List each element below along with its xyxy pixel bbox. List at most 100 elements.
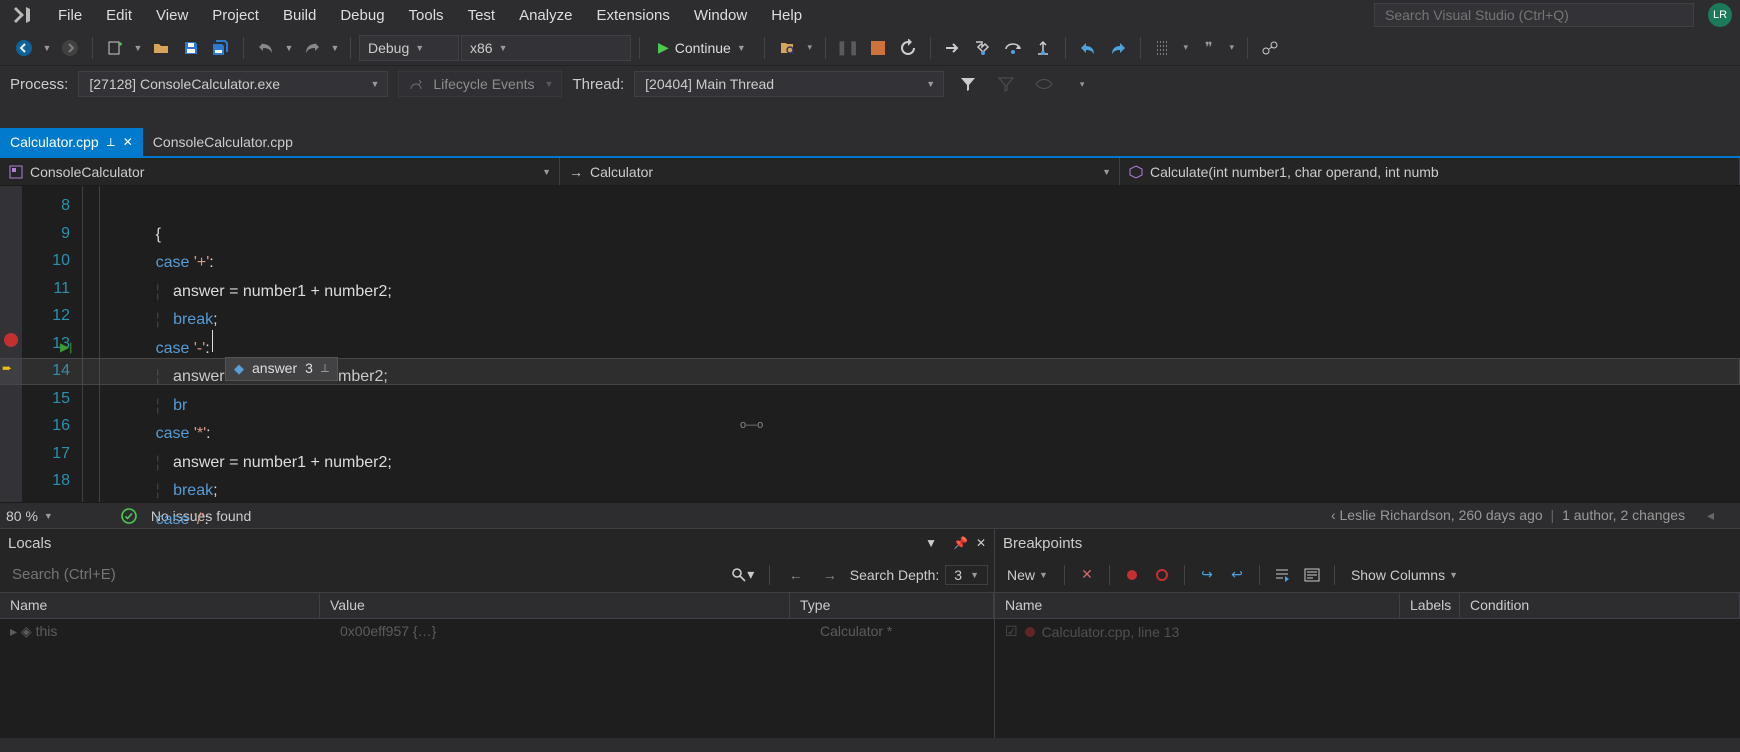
breakpoints-body[interactable]: ☑ Calculator.cpp, line 13	[995, 619, 1740, 738]
menu-file[interactable]: File	[48, 3, 92, 28]
process-dropdown[interactable]: [27128] ConsoleCalculator.exe ▼	[78, 71, 388, 97]
menu-build[interactable]: Build	[273, 3, 326, 28]
col-labels[interactable]: Labels	[1400, 593, 1460, 618]
search-icon[interactable]: ▾	[729, 562, 757, 588]
pin-icon[interactable]: ⟂	[107, 135, 115, 150]
menu-tools[interactable]: Tools	[399, 3, 454, 28]
chevron-down-icon[interactable]: ▼	[328, 35, 342, 61]
filter-icon[interactable]	[954, 71, 982, 97]
disable-all-icon[interactable]	[1150, 567, 1174, 583]
undo-button[interactable]	[252, 35, 280, 61]
chevron-down-icon[interactable]: ▼	[282, 35, 296, 61]
locals-body[interactable]: ▸ ◈ this 0x00eff957 {…} Calculator *	[0, 619, 994, 738]
user-avatar[interactable]: LR	[1708, 3, 1732, 27]
tab-consolecalculator-cpp[interactable]: ConsoleCalculator.cpp	[143, 128, 303, 156]
col-condition[interactable]: Condition	[1460, 593, 1740, 618]
nav-back-button[interactable]	[10, 35, 38, 61]
pin-icon[interactable]: 📌	[953, 536, 968, 550]
search-depth-dropdown[interactable]: 3 ▼	[945, 565, 988, 585]
window-menu-icon[interactable]: ▼	[925, 536, 937, 550]
nav-type-dropdown[interactable]: → Calculator ▼	[560, 158, 1120, 185]
step-forward-button[interactable]	[1104, 35, 1132, 61]
show-columns-button[interactable]: Show Columns▼	[1345, 565, 1464, 585]
menu-help[interactable]: Help	[761, 3, 812, 28]
codelens-blame[interactable]: ‹ Leslie Richardson, 260 days ago | 1 au…	[1331, 507, 1734, 524]
close-icon[interactable]: ✕	[976, 536, 986, 550]
locals-row-this[interactable]: ▸ ◈ this 0x00eff957 {…} Calculator *	[10, 623, 984, 640]
menu-analyze[interactable]: Analyze	[509, 3, 582, 28]
close-icon[interactable]: ✕	[123, 135, 133, 149]
menu-extensions[interactable]: Extensions	[586, 3, 679, 28]
nav-scope-dropdown[interactable]: ConsoleCalculator ▼	[0, 158, 560, 185]
open-file-button[interactable]	[147, 35, 175, 61]
step-over-button[interactable]	[999, 35, 1027, 61]
chevron-down-icon[interactable]: ▾	[1225, 35, 1239, 61]
col-name[interactable]: Name	[0, 593, 320, 618]
solution-platform-dropdown[interactable]: x86▼	[461, 35, 631, 61]
continue-button[interactable]: ▶ Continue ▼	[648, 35, 756, 61]
restart-button[interactable]	[894, 35, 922, 61]
menu-project[interactable]: Project	[202, 3, 269, 28]
chevron-down-icon[interactable]: ▼	[40, 35, 54, 61]
new-item-button[interactable]	[101, 35, 129, 61]
menu-view[interactable]: View	[146, 3, 198, 28]
menu-window[interactable]: Window	[684, 3, 757, 28]
menu-test[interactable]: Test	[458, 3, 506, 28]
global-search-input[interactable]	[1374, 3, 1694, 27]
pin-icon[interactable]: ⟂	[321, 355, 329, 383]
nav-member-dropdown[interactable]: Calculate(int number1, char operand, int…	[1120, 158, 1740, 185]
col-type[interactable]: Type	[790, 593, 994, 618]
live-share-icon[interactable]	[1256, 35, 1284, 61]
new-breakpoint-button[interactable]: New▼	[1001, 565, 1054, 585]
save-button[interactable]	[177, 35, 205, 61]
delete-breakpoint-icon[interactable]: ✕	[1075, 566, 1099, 583]
chevron-down-icon[interactable]: ▼	[131, 35, 145, 61]
stop-button[interactable]	[864, 35, 892, 61]
step-out-button[interactable]	[1029, 35, 1057, 61]
menu-edit[interactable]: Edit	[96, 3, 142, 28]
editor-status-bar: 80 % ▼ No issues found ‹ Leslie Richards…	[0, 502, 1740, 528]
outlining-margin[interactable]	[82, 186, 100, 502]
zoom-dropdown[interactable]: 80 % ▼	[6, 508, 53, 524]
import-bp-icon[interactable]: ↩	[1225, 566, 1249, 583]
col-value[interactable]: Value	[320, 593, 790, 618]
thread-dropdown[interactable]: [20404] Main Thread ▼	[634, 71, 944, 97]
breakpoints-header[interactable]: Breakpoints	[995, 529, 1740, 557]
thread-marker-icon[interactable]	[1030, 71, 1058, 97]
chevron-down-icon[interactable]: ▾	[1179, 35, 1193, 61]
breakpoint-row[interactable]: ☑ Calculator.cpp, line 13	[1005, 623, 1730, 640]
goto-disasm-icon[interactable]	[1300, 568, 1324, 582]
chevron-down-icon[interactable]: ▾	[803, 35, 817, 61]
export-bp-icon[interactable]: ↪	[1195, 566, 1219, 583]
nav-forward-button[interactable]	[56, 35, 84, 61]
lifecycle-dropdown[interactable]: Lifecycle Events ▼	[398, 71, 562, 97]
datatip[interactable]: ◆ answer 3 ⟂	[225, 357, 338, 381]
checkbox-icon[interactable]: ☑	[1005, 623, 1018, 640]
quotes-icon[interactable]: ❞	[1195, 35, 1223, 61]
goto-source-icon[interactable]	[1270, 568, 1294, 582]
breakpoint-icon[interactable]	[4, 333, 18, 347]
locals-search-input[interactable]	[6, 562, 723, 587]
search-depth-value: 3	[954, 567, 962, 583]
save-all-button[interactable]	[207, 35, 235, 61]
redo-button[interactable]	[298, 35, 326, 61]
enable-all-icon[interactable]	[1120, 567, 1144, 583]
col-name[interactable]: Name	[995, 593, 1400, 618]
code-editor[interactable]: ➨ 89101112131415161718 { case '+': ¦ ans…	[0, 186, 1740, 502]
intellitrace-events-icon[interactable]	[1149, 35, 1177, 61]
solution-config-dropdown[interactable]: Debug▼	[359, 35, 459, 61]
menu-debug[interactable]: Debug	[330, 3, 394, 28]
nav-forward-icon[interactable]: →	[816, 562, 844, 588]
pause-button[interactable]: ❚❚	[834, 35, 862, 61]
show-next-statement-button[interactable]	[939, 35, 967, 61]
tab-calculator-cpp[interactable]: Calculator.cpp ⟂ ✕	[0, 128, 143, 156]
step-into-button[interactable]	[969, 35, 997, 61]
code-content[interactable]: { case '+': ¦ answer = number1 + number2…	[100, 186, 1740, 502]
toolbar-options-icon[interactable]: ▾	[1068, 71, 1096, 97]
run-to-click-icon[interactable]: ▶|	[60, 334, 72, 362]
breakpoint-gutter[interactable]: ➨	[0, 186, 22, 502]
step-back-button[interactable]	[1074, 35, 1102, 61]
nav-back-icon[interactable]: ←	[782, 562, 810, 588]
flag-filter-icon[interactable]	[992, 71, 1020, 97]
find-in-files-button[interactable]	[773, 35, 801, 61]
